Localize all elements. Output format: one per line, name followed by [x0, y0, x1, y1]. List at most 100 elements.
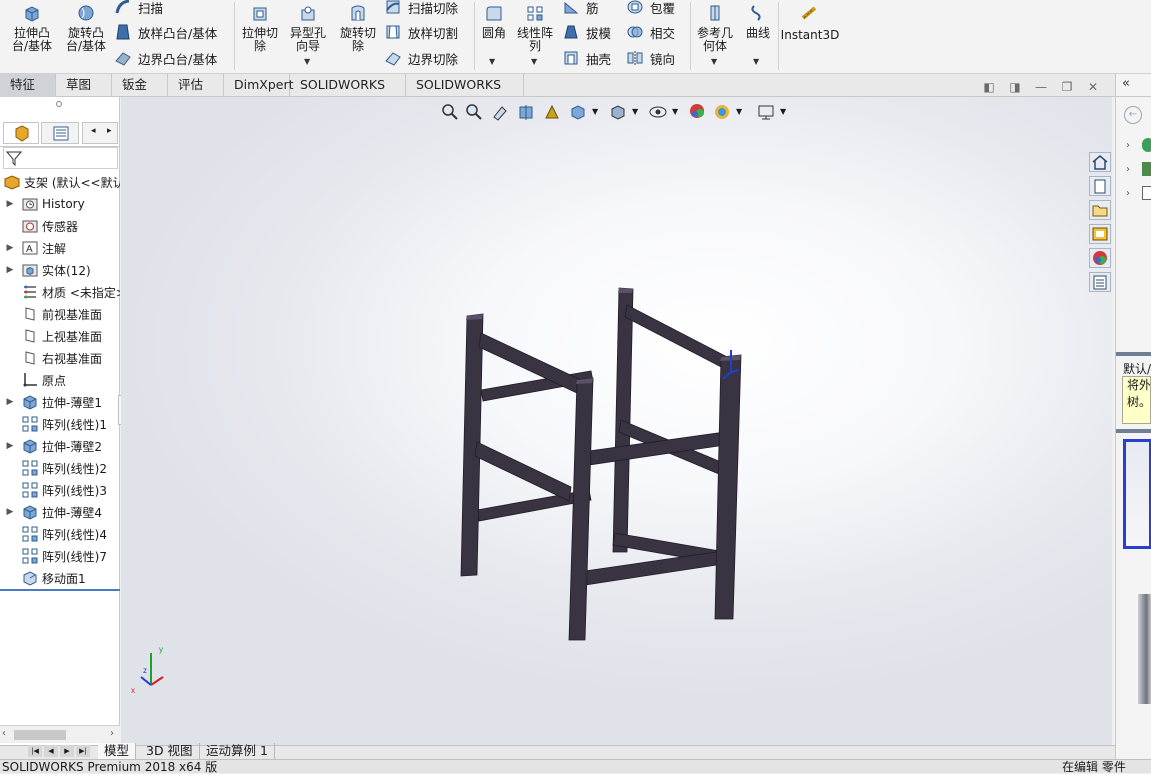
- graphics-area[interactable]: x y z: [121, 97, 1112, 745]
- zoom-to-fit-icon[interactable]: [440, 102, 460, 122]
- extrude-cut-button[interactable]: 拉伸切 除: [236, 0, 284, 53]
- section-view-icon[interactable]: [516, 102, 536, 122]
- tab-features[interactable]: 特征: [0, 74, 56, 97]
- tree-item[interactable]: ▶ 拉伸-薄壁1: [0, 392, 120, 412]
- custom-properties-button[interactable]: [1089, 272, 1111, 292]
- tree-item[interactable]: 材质 <未指定>: [0, 282, 120, 302]
- extrude-boss-button[interactable]: 拉伸凸 台/基体: [8, 0, 56, 53]
- tree-item[interactable]: ▶ 拉伸-薄壁4: [0, 502, 120, 522]
- display-style-dropdown-icon[interactable]: ▼: [632, 107, 638, 116]
- lofted-cut-button[interactable]: 放样切割: [384, 22, 458, 42]
- expand-arrow-icon[interactable]: ▶: [4, 243, 16, 253]
- tree-item[interactable]: 移动面1: [0, 568, 120, 588]
- tab-scroll-buttons[interactable]: |◀ ◀ ▶ ▶|: [28, 745, 94, 758]
- view-palette-button[interactable]: [1089, 224, 1111, 244]
- tree-item[interactable]: 阵列(线性)4: [0, 524, 120, 544]
- view-thumbnail[interactable]: [1123, 439, 1151, 549]
- tab-solidworks-mbd[interactable]: SOLIDWORKS MBD: [406, 74, 524, 114]
- tree-item[interactable]: 阵列(线性)3: [0, 480, 120, 500]
- tree-item[interactable]: 右视基准面: [0, 348, 120, 368]
- panel-handle-icon[interactable]: [56, 101, 62, 107]
- apply-scene-dropdown-icon[interactable]: ▼: [736, 107, 742, 116]
- expand-arrow-icon[interactable]: ›: [1126, 164, 1130, 175]
- instant3d-button[interactable]: Instant3D: [780, 0, 840, 42]
- tab-dimxpert[interactable]: DimXpert: [224, 74, 294, 97]
- scroll-left-icon[interactable]: ‹: [2, 728, 6, 739]
- edit-appearance-icon[interactable]: [688, 102, 708, 122]
- dropdown-arrow-icon[interactable]: ▼: [711, 55, 717, 68]
- tab-solidworks-addins[interactable]: SOLIDWORKS 插件: [290, 74, 406, 114]
- revolve-boss-button[interactable]: 旋转凸 台/基体: [62, 0, 110, 53]
- solidworks-resources-button[interactable]: [1089, 152, 1111, 172]
- close-icon[interactable]: ✕: [1086, 80, 1100, 94]
- hole-wizard-button[interactable]: 异型孔 向导 ▼: [284, 0, 332, 66]
- tree-item[interactable]: 传感器: [0, 216, 120, 236]
- expand-arrow-icon[interactable]: ▶: [4, 397, 16, 407]
- next-tab-icon[interactable]: ▶: [60, 745, 74, 757]
- resource-library-icon[interactable]: [1142, 162, 1151, 176]
- tree-item[interactable]: 前视基准面: [0, 304, 120, 324]
- expand-arrow-icon[interactable]: ›: [1126, 140, 1130, 151]
- scroll-right-icon[interactable]: ▸: [107, 126, 112, 136]
- boundary-cut-button[interactable]: 边界切除: [384, 48, 458, 68]
- wrap-button[interactable]: 包覆: [626, 0, 675, 17]
- view-settings-dropdown-icon[interactable]: ▼: [780, 107, 786, 116]
- tree-item[interactable]: 阵列(线性)1: [0, 414, 120, 434]
- view-thumbnail[interactable]: [1138, 594, 1151, 704]
- collapse-pane-icon[interactable]: «: [1122, 76, 1130, 91]
- view-settings-icon[interactable]: [756, 102, 776, 122]
- rib-button[interactable]: 筋: [562, 0, 599, 17]
- propertymanager-tab[interactable]: [41, 122, 79, 144]
- rollback-bar[interactable]: [0, 589, 120, 591]
- display-style-icon[interactable]: [608, 102, 628, 122]
- first-tab-icon[interactable]: |◀: [28, 745, 42, 757]
- apply-scene-icon[interactable]: [712, 102, 732, 122]
- tab-motion-study-1[interactable]: 运动算例 1: [200, 743, 275, 759]
- tree-item[interactable]: ▶ 拉伸-薄壁2: [0, 436, 120, 456]
- tab-3d-views[interactable]: 3D 视图: [140, 743, 200, 759]
- panel-tab-scroller[interactable]: ◂ ▸: [82, 122, 118, 144]
- back-icon[interactable]: ←: [1124, 106, 1142, 124]
- loft-boss-button[interactable]: 放样凸台/基体: [114, 22, 217, 42]
- tile-left-icon[interactable]: ◧: [982, 80, 996, 94]
- shell-button[interactable]: 抽壳: [562, 48, 611, 68]
- boundary-boss-button[interactable]: 边界凸台/基体: [114, 48, 217, 68]
- tree-item[interactable]: 上视基准面: [0, 326, 120, 346]
- linear-pattern-button[interactable]: 线性阵 列 ▼: [514, 0, 556, 66]
- prev-tab-icon[interactable]: ◀: [44, 745, 58, 757]
- swept-cut-button[interactable]: 扫描切除: [384, 0, 458, 17]
- expand-arrow-icon[interactable]: ▶: [4, 441, 16, 451]
- scrollbar-thumb[interactable]: [14, 730, 66, 740]
- dropdown-arrow-icon[interactable]: ▼: [753, 55, 759, 68]
- file-explorer-button[interactable]: [1089, 200, 1111, 220]
- tree-item[interactable]: ▶ A 注解: [0, 238, 120, 258]
- intersect-button[interactable]: 相交: [626, 22, 675, 42]
- expand-arrow-icon[interactable]: ▶: [4, 199, 16, 209]
- featuremanager-tab[interactable]: [3, 122, 39, 144]
- minimize-icon[interactable]: —: [1034, 80, 1048, 94]
- tree-item[interactable]: ▶ History: [0, 194, 120, 214]
- tree-root-part[interactable]: 支架 (默认<<默认>: [0, 172, 120, 192]
- zoom-to-area-icon[interactable]: [464, 102, 484, 122]
- tree-filter-box[interactable]: [3, 147, 118, 169]
- hide-show-dropdown-icon[interactable]: ▼: [672, 107, 678, 116]
- sweep-button[interactable]: 扫描: [114, 0, 163, 17]
- hide-show-items-icon[interactable]: [648, 102, 668, 122]
- dynamic-annotation-icon[interactable]: [542, 102, 562, 122]
- view-orientation-icon[interactable]: [568, 102, 588, 122]
- fillet-button[interactable]: 圆角 ▼: [474, 0, 514, 66]
- tab-evaluate[interactable]: 评估: [168, 74, 224, 97]
- dropdown-arrow-icon[interactable]: ▼: [489, 55, 495, 68]
- tab-model[interactable]: 模型: [98, 743, 137, 759]
- dropdown-arrow-icon[interactable]: ▼: [531, 55, 537, 68]
- tree-item[interactable]: 阵列(线性)7: [0, 546, 120, 566]
- last-tab-icon[interactable]: ▶|: [76, 745, 90, 757]
- expand-arrow-icon[interactable]: ▶: [4, 265, 16, 275]
- resource-file-icon[interactable]: [1142, 186, 1151, 200]
- dropdown-arrow-icon[interactable]: ▼: [304, 55, 310, 68]
- scroll-right-icon[interactable]: ›: [110, 728, 114, 739]
- mirror-button[interactable]: 镜向: [626, 48, 675, 68]
- view-orientation-dropdown-icon[interactable]: ▼: [592, 107, 598, 116]
- curves-button[interactable]: 曲线 ▼: [738, 0, 778, 66]
- tab-sketch[interactable]: 草图: [56, 74, 112, 97]
